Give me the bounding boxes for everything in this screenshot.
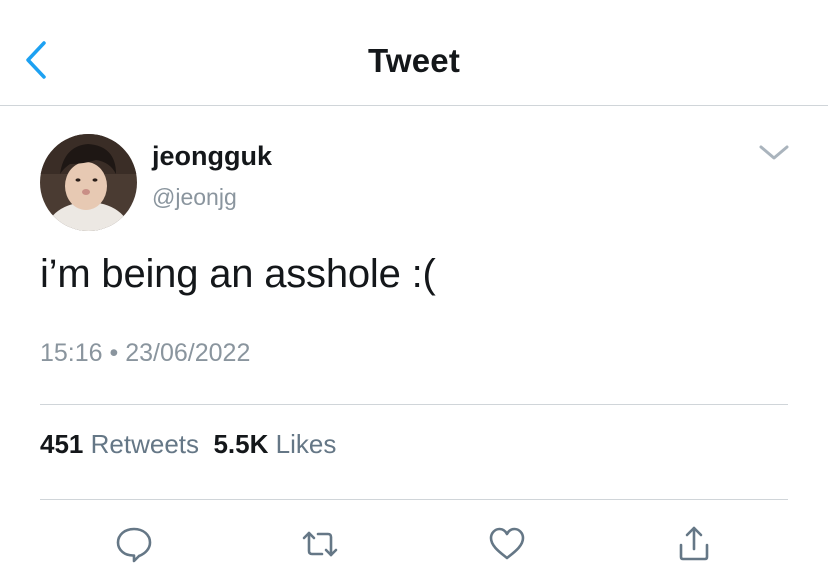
divider bbox=[40, 499, 788, 500]
share-button[interactable] bbox=[674, 524, 714, 564]
engagement-stats: 451 Retweets 5.5K Likes bbox=[40, 429, 336, 460]
reply-button[interactable] bbox=[114, 524, 154, 564]
author-display-name[interactable]: jeongguk bbox=[152, 141, 272, 172]
chevron-down-icon bbox=[759, 145, 789, 160]
tweet-date: 23/06/2022 bbox=[125, 339, 251, 367]
retweets-stat[interactable]: 451 Retweets bbox=[40, 429, 199, 459]
likes-count: 5.5K bbox=[213, 429, 269, 459]
retweets-label: Retweets bbox=[90, 429, 200, 459]
nav-header: Tweet bbox=[0, 0, 828, 106]
tweet-timestamp: 15:16 • 23/06/2022 bbox=[40, 339, 250, 368]
page-title: Tweet bbox=[367, 42, 461, 79]
retweet-button[interactable] bbox=[300, 524, 340, 564]
share-icon bbox=[679, 526, 709, 561]
like-button[interactable] bbox=[487, 524, 527, 564]
tweet-time: 15:16 bbox=[40, 339, 103, 367]
avatar-photo bbox=[40, 134, 137, 231]
heart-icon bbox=[489, 527, 525, 560]
tweet-text: i’m being an asshole :( bbox=[40, 252, 436, 296]
retweet-icon bbox=[302, 531, 338, 557]
author-handle[interactable]: @jeonjg bbox=[152, 184, 237, 211]
retweets-count: 451 bbox=[40, 429, 84, 459]
likes-stat[interactable]: 5.5K Likes bbox=[213, 429, 336, 459]
more-options-button[interactable] bbox=[755, 137, 793, 167]
speech-bubble-icon bbox=[116, 527, 152, 563]
timestamp-separator: • bbox=[109, 339, 119, 367]
divider bbox=[40, 404, 788, 405]
likes-label: Likes bbox=[275, 429, 337, 459]
avatar[interactable] bbox=[40, 134, 137, 231]
